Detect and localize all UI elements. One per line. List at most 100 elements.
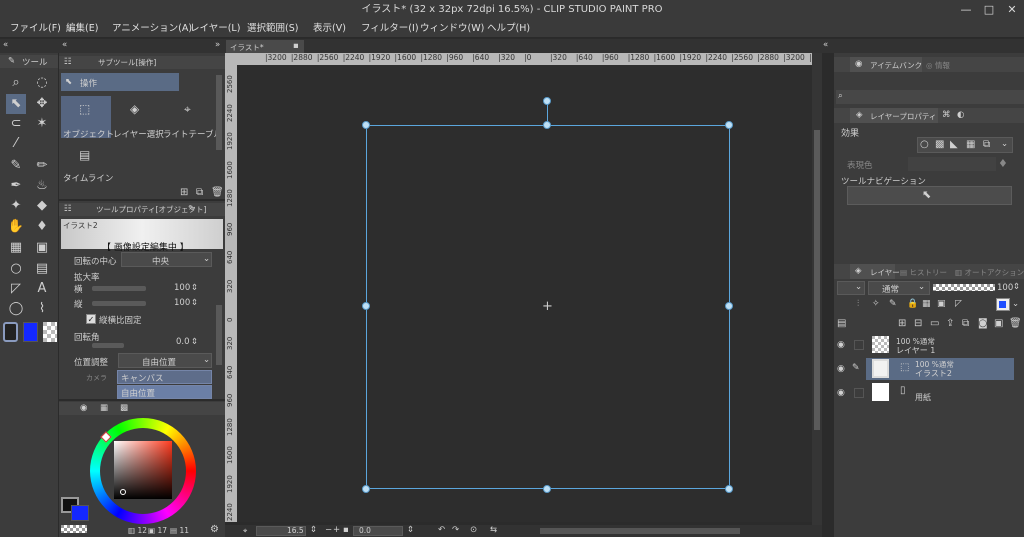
color-settings-icon[interactable]: ⚙ (210, 524, 219, 535)
ruler-icon[interactable]: ◸ (6, 279, 26, 299)
menu-file[interactable]: ファイル(F) (10, 20, 61, 38)
lock-transparent-icon[interactable]: ▦ (922, 299, 931, 309)
color-slider-tab-icon[interactable]: ▦ (100, 403, 108, 413)
rotation-slider[interactable] (92, 343, 124, 348)
rotation-stepper-icon[interactable]: ⇕ (191, 337, 198, 347)
transparent-color-swatch[interactable] (43, 322, 57, 342)
collapse-left2-icon[interactable]: « (62, 40, 67, 50)
ruler-display-icon[interactable]: ◸ (955, 299, 962, 309)
height-stepper-icon[interactable]: ⇕ (191, 298, 198, 308)
handle-bottom-right[interactable] (725, 485, 733, 493)
menu-window[interactable]: ウィンドウ(W) (420, 20, 484, 38)
gradient-icon[interactable]: ▦ (6, 238, 26, 258)
move-icon[interactable]: ✥ (32, 94, 52, 114)
info-tab[interactable]: ◎ 情報 (926, 60, 950, 71)
rotate-right-icon[interactable]: ↷ (452, 525, 459, 535)
subtool-timeline-label[interactable]: タイムライン (63, 172, 113, 184)
fill-icon[interactable]: ♦ (32, 217, 52, 237)
canvas-tab-close-icon[interactable]: ▪ (293, 41, 299, 51)
canvas-vscroll-thumb[interactable] (814, 130, 820, 430)
decoration-icon[interactable]: ✦ (6, 196, 26, 216)
pen-icon[interactable]: ✎ (6, 156, 26, 176)
expression-color-select[interactable] (908, 157, 996, 171)
rotate-icon[interactable]: ◌ (32, 73, 52, 93)
border-effect-icon[interactable]: ○ (920, 139, 929, 150)
visibility-eye-icon[interactable]: ◉ (837, 364, 845, 374)
draft-layer-icon[interactable]: ✎ (889, 299, 897, 309)
layer-color-swatch-chevron-icon[interactable]: ⌄ (1012, 299, 1019, 309)
layer-color-icon[interactable]: ▦ (966, 139, 975, 150)
edit-pen-icon[interactable]: ✎ (188, 204, 195, 214)
balloon-icon[interactable]: ◯ (6, 299, 26, 319)
minimize-button[interactable]: — (955, 0, 977, 20)
collapse-left-icon[interactable]: « (3, 40, 8, 50)
handle-right[interactable] (725, 302, 733, 310)
effect-chevron-icon[interactable]: ⌄ (1001, 139, 1008, 149)
zoom-in-icon[interactable]: + (333, 525, 340, 535)
main-color-swatch[interactable] (3, 322, 18, 342)
zoom-icon[interactable]: ⌕ (6, 73, 26, 93)
gradient2-icon[interactable]: ▣ (32, 238, 52, 258)
mask-enable-icon[interactable]: ▣ (937, 299, 946, 309)
height-value[interactable]: 100 (174, 298, 190, 308)
more-effect-icon[interactable]: ⧉ (983, 139, 990, 150)
layer-property-tab3-icon[interactable]: ◐ (957, 110, 964, 120)
width-value[interactable]: 100 (174, 283, 190, 293)
operation-tool-icon[interactable]: ⬉ (6, 94, 26, 114)
apply-mask-icon[interactable]: ▣ (994, 318, 1003, 329)
handle-top-left[interactable] (362, 121, 370, 129)
menu-help[interactable]: ヘルプ(H) (487, 20, 530, 38)
fill-bucket-icon[interactable]: ♦ (998, 157, 1008, 170)
clip-lower-icon[interactable]: ⫶ (857, 299, 859, 309)
eyedropper-icon[interactable]: ⁄ (6, 134, 26, 154)
frame-icon[interactable]: ▤ (32, 259, 52, 279)
create-mask-icon[interactable]: ◙ (978, 318, 988, 329)
brush-icon[interactable]: ✒ (6, 176, 26, 196)
transparent-swatch[interactable] (61, 525, 87, 533)
new-folder-icon[interactable]: ▭ (930, 318, 939, 329)
handle-top[interactable] (543, 121, 551, 129)
subtool-group[interactable] (61, 73, 179, 91)
angle-stepper-icon[interactable]: ⇕ (407, 525, 414, 535)
layer-palette-icon[interactable]: ▤ (837, 318, 846, 329)
menu-view[interactable]: 表示(V) (313, 20, 346, 38)
extract-line-icon[interactable]: ◣ (950, 139, 958, 150)
opacity-stepper-icon[interactable]: ⇕ (1013, 282, 1020, 292)
rotate-left-icon[interactable]: ↶ (438, 525, 445, 535)
menu-layer[interactable]: レイヤー(L) (190, 20, 240, 38)
figure-icon[interactable]: ○ (6, 259, 26, 279)
subtool-scrollbar[interactable] (216, 75, 222, 150)
handle-bottom-left[interactable] (362, 485, 370, 493)
airbrush-icon[interactable]: ♨ (32, 176, 52, 196)
reset-rotation-icon[interactable]: ⊙ (470, 525, 477, 535)
opacity-slider[interactable] (933, 284, 995, 291)
delete-subtool-icon[interactable]: 🗑 (211, 187, 224, 198)
collapse-right2-icon[interactable]: « (823, 40, 828, 50)
close-button[interactable]: ✕ (1001, 0, 1023, 20)
rotation-value[interactable]: 0.0 (176, 337, 190, 347)
zoom-fit-icon[interactable]: ▪ (343, 525, 349, 535)
width-slider[interactable] (92, 286, 146, 291)
magic-wand-icon[interactable]: ✶ (32, 114, 52, 134)
lasso-icon[interactable]: ⊂ (6, 114, 26, 134)
tone-effect-icon[interactable]: ▩ (935, 139, 944, 150)
menu-filter[interactable]: フィルター(I) (361, 20, 419, 38)
sv-picker[interactable] (120, 489, 126, 495)
handle-left[interactable] (362, 302, 370, 310)
copy-subtool-icon[interactable]: ⧉ (196, 187, 203, 198)
pencil-icon[interactable]: ✏ (32, 156, 52, 176)
history-tab[interactable]: ▤ ヒストリー (900, 267, 947, 278)
height-slider[interactable] (92, 301, 146, 306)
flip-icon[interactable]: ⇆ (490, 525, 497, 535)
collapse-right-icon[interactable]: » (215, 40, 220, 50)
canvas-hscroll-thumb[interactable] (540, 528, 740, 534)
edit-target-box[interactable] (854, 340, 864, 350)
toolbox-tab[interactable]: ツール (22, 56, 48, 68)
tool-property-scrollbar[interactable] (216, 305, 222, 365)
rotation-handle[interactable] (543, 97, 551, 105)
status-nav-icon[interactable]: ⌖ (243, 526, 247, 536)
reference-layer-icon[interactable]: ✧ (872, 299, 880, 309)
combine-layer-icon[interactable]: ⧉ (962, 318, 969, 329)
add-subtool-icon[interactable]: ⊞ (180, 187, 188, 198)
visibility-eye-icon[interactable]: ◉ (837, 340, 845, 350)
